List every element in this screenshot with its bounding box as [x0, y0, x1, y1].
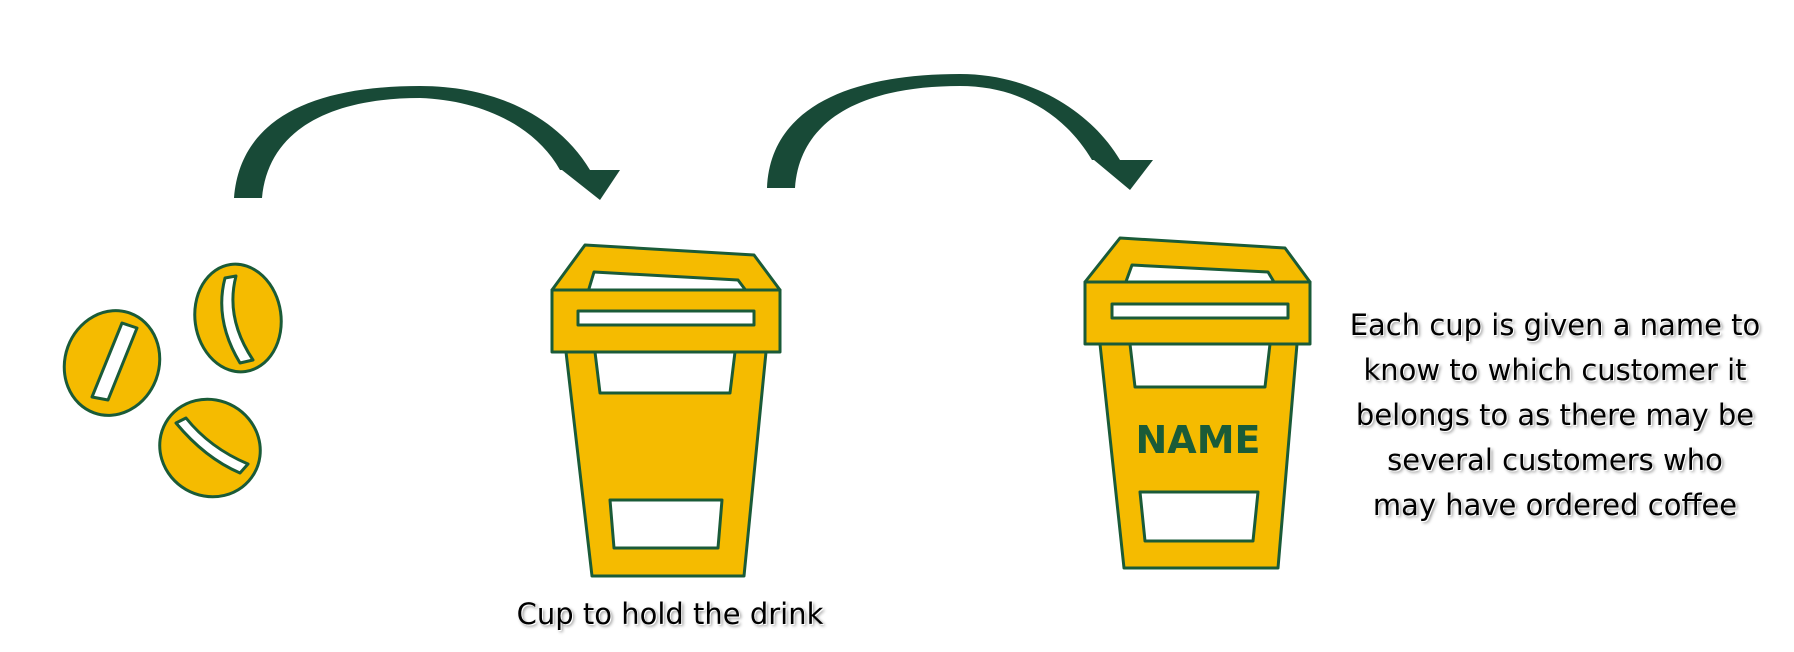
note-line: may have ordered coffee — [1372, 488, 1738, 522]
arrowhead — [562, 170, 620, 200]
curved-arrow-icon — [767, 74, 1120, 188]
note-line: know to which customer it — [1363, 353, 1747, 387]
arrow-cup-to-named-cup — [767, 74, 1153, 190]
coffee-beans-group — [62, 262, 283, 499]
cup-sleeve-window — [593, 350, 737, 395]
named-cup-icon: NAME — [1083, 236, 1312, 570]
note-line: belongs to as there may be — [1355, 398, 1755, 432]
arrowhead — [1094, 160, 1153, 190]
coffee-bean-icon — [193, 262, 283, 374]
naming-explanation: Each cup is given a name to know to whic… — [1335, 303, 1775, 528]
curved-arrow-icon — [234, 86, 590, 198]
note-line: Each cup is given a name to — [1349, 308, 1761, 342]
takeaway-cup-icon — [550, 243, 782, 578]
cup-sleeve-window — [1128, 342, 1272, 389]
lid-band — [1110, 302, 1290, 320]
coffee-bean-icon — [62, 309, 162, 417]
cup-bottom-window — [608, 498, 724, 550]
note-line: several customers who — [1387, 443, 1723, 477]
coffee-bean-icon — [158, 397, 262, 499]
cup-name-label: NAME — [1136, 418, 1261, 462]
arrow-beans-to-cup — [234, 86, 620, 200]
cup-caption: Cup to hold the drink — [516, 597, 824, 631]
cup-bottom-window — [1138, 490, 1260, 543]
lid-band — [576, 309, 756, 327]
